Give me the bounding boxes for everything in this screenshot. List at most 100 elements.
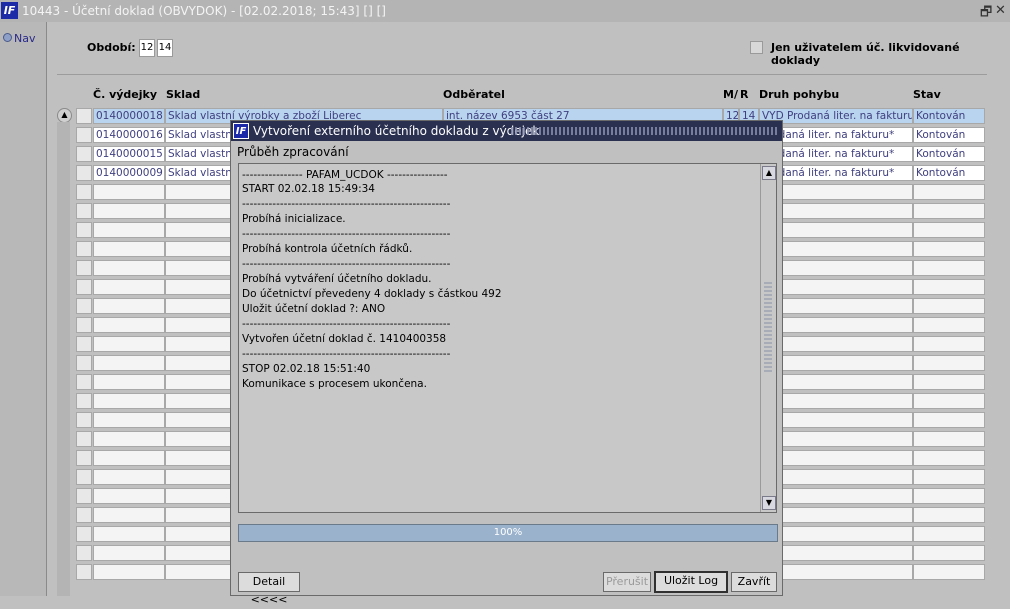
table-cell-stav[interactable] — [913, 355, 985, 371]
table-cell-cislo[interactable] — [93, 488, 165, 504]
row-selector[interactable] — [76, 184, 92, 200]
nav-radio-icon[interactable] — [3, 33, 12, 42]
table-cell-stav[interactable] — [913, 450, 985, 466]
table-cell-stav[interactable] — [913, 222, 985, 238]
table-cell-stav[interactable]: Kontován — [913, 108, 985, 124]
log-line: Uložit účetní doklad ?: ANO — [242, 303, 386, 315]
table-cell-cislo[interactable] — [93, 336, 165, 352]
row-selector[interactable] — [76, 317, 92, 333]
row-selector[interactable] — [76, 412, 92, 428]
row-selector[interactable] — [76, 222, 92, 238]
table-cell-stav[interactable] — [913, 469, 985, 485]
table-cell-cislo[interactable] — [93, 279, 165, 295]
scroll-up-icon[interactable]: ▲ — [762, 166, 776, 180]
table-cell-stav[interactable] — [913, 488, 985, 504]
row-selector[interactable] — [76, 241, 92, 257]
table-cell-stav[interactable] — [913, 545, 985, 561]
detail-button[interactable]: Detail <<<< — [238, 572, 300, 606]
log-textarea[interactable]: ▲ ▼ ---------------- PAFAM_UCDOK -------… — [238, 163, 777, 513]
row-selector[interactable] — [76, 127, 92, 143]
drag-grip[interactable] — [511, 127, 777, 135]
progress-label: 100% — [493, 527, 523, 538]
table-cell-cislo[interactable]: 0140000009 — [93, 165, 165, 181]
row-selector[interactable] — [76, 488, 92, 504]
table-cell-cislo[interactable]: 0140000018 — [93, 108, 165, 124]
row-selector[interactable] — [76, 507, 92, 523]
table-cell-stav[interactable] — [913, 260, 985, 276]
table-cell-cislo[interactable] — [93, 431, 165, 447]
table-cell-stav[interactable] — [913, 412, 985, 428]
row-selector[interactable] — [76, 260, 92, 276]
log-line: ----------------------------------------… — [242, 348, 451, 360]
ulozit-log-button[interactable]: Uložit Log — [654, 571, 728, 593]
table-cell-stav[interactable] — [913, 507, 985, 523]
table-cell-stav[interactable] — [913, 298, 985, 314]
table-cell-cislo[interactable]: 0140000016 — [93, 127, 165, 143]
row-selector[interactable] — [76, 526, 92, 542]
table-cell-cislo[interactable] — [93, 526, 165, 542]
table-cell-cislo[interactable] — [93, 545, 165, 561]
row-selector[interactable] — [76, 203, 92, 219]
table-cell-cislo[interactable] — [93, 241, 165, 257]
row-selector[interactable] — [76, 431, 92, 447]
table-cell-cislo[interactable] — [93, 374, 165, 390]
table-cell-stav[interactable]: Kontován — [913, 127, 985, 143]
row-selector[interactable] — [76, 279, 92, 295]
table-cell-stav[interactable] — [913, 564, 985, 580]
table-cell-stav[interactable] — [913, 203, 985, 219]
table-cell-stav[interactable] — [913, 336, 985, 352]
close-window-icon[interactable]: ✕ — [995, 3, 1006, 18]
dialog-titlebar[interactable]: IF Vytvoření externího účetního dokladu … — [231, 121, 782, 141]
table-cell-cislo[interactable] — [93, 393, 165, 409]
nav-label[interactable]: Nav — [14, 32, 35, 45]
table-cell-stav[interactable] — [913, 184, 985, 200]
table-cell-cislo[interactable] — [93, 184, 165, 200]
app-logo-icon: IF — [1, 2, 18, 19]
log-line: Vytvořen účetní doklad č. 1410400358 — [242, 333, 447, 345]
table-cell-cislo[interactable] — [93, 260, 165, 276]
process-dialog: IF Vytvoření externího účetního dokladu … — [230, 120, 783, 606]
row-selector[interactable] — [76, 108, 92, 124]
table-cell-stav[interactable] — [913, 241, 985, 257]
row-selector[interactable] — [76, 165, 92, 181]
table-cell-stav[interactable] — [913, 431, 985, 447]
table-cell-cislo[interactable] — [93, 317, 165, 333]
table-cell-cislo[interactable]: 0140000015 — [93, 146, 165, 162]
table-cell-cislo[interactable] — [93, 222, 165, 238]
table-cell-stav[interactable] — [913, 279, 985, 295]
table-cell-stav[interactable] — [913, 526, 985, 542]
row-selector[interactable] — [76, 298, 92, 314]
log-line: Probíhá kontrola účetních řádků. — [242, 243, 413, 255]
scroll-grip[interactable] — [764, 282, 772, 372]
row-selector[interactable] — [76, 374, 92, 390]
table-cell-cislo[interactable] — [93, 203, 165, 219]
table-cell-cislo[interactable] — [93, 298, 165, 314]
log-scrollbar[interactable]: ▲ ▼ — [760, 164, 776, 512]
table-cell-cislo[interactable] — [93, 355, 165, 371]
table-cell-cislo[interactable] — [93, 507, 165, 523]
log-line: ----------------------------------------… — [242, 228, 451, 240]
table-cell-cislo[interactable] — [93, 469, 165, 485]
table-cell-stav[interactable] — [913, 374, 985, 390]
table-cell-stav[interactable]: Kontován — [913, 146, 985, 162]
log-line: ----------------------------------------… — [242, 198, 451, 210]
table-cell-stav[interactable]: Kontován — [913, 165, 985, 181]
table-cell-cislo[interactable] — [93, 450, 165, 466]
table-cell-cislo[interactable] — [93, 412, 165, 428]
row-selector[interactable] — [76, 450, 92, 466]
row-selector[interactable] — [76, 146, 92, 162]
row-selector[interactable] — [76, 545, 92, 561]
prerusit-button[interactable]: Přerušit — [603, 572, 651, 592]
log-line: START 02.02.18 15:49:34 — [242, 183, 375, 195]
row-selector[interactable] — [76, 393, 92, 409]
table-cell-stav[interactable] — [913, 393, 985, 409]
row-selector[interactable] — [76, 336, 92, 352]
table-cell-cislo[interactable] — [93, 564, 165, 580]
row-selector[interactable] — [76, 469, 92, 485]
scroll-down-icon[interactable]: ▼ — [762, 496, 776, 510]
zavrit-button[interactable]: Zavřít — [731, 572, 777, 592]
row-selector[interactable] — [76, 564, 92, 580]
table-cell-stav[interactable] — [913, 317, 985, 333]
row-selector[interactable] — [76, 355, 92, 371]
log-line: Probíhá inicializace. — [242, 213, 346, 225]
